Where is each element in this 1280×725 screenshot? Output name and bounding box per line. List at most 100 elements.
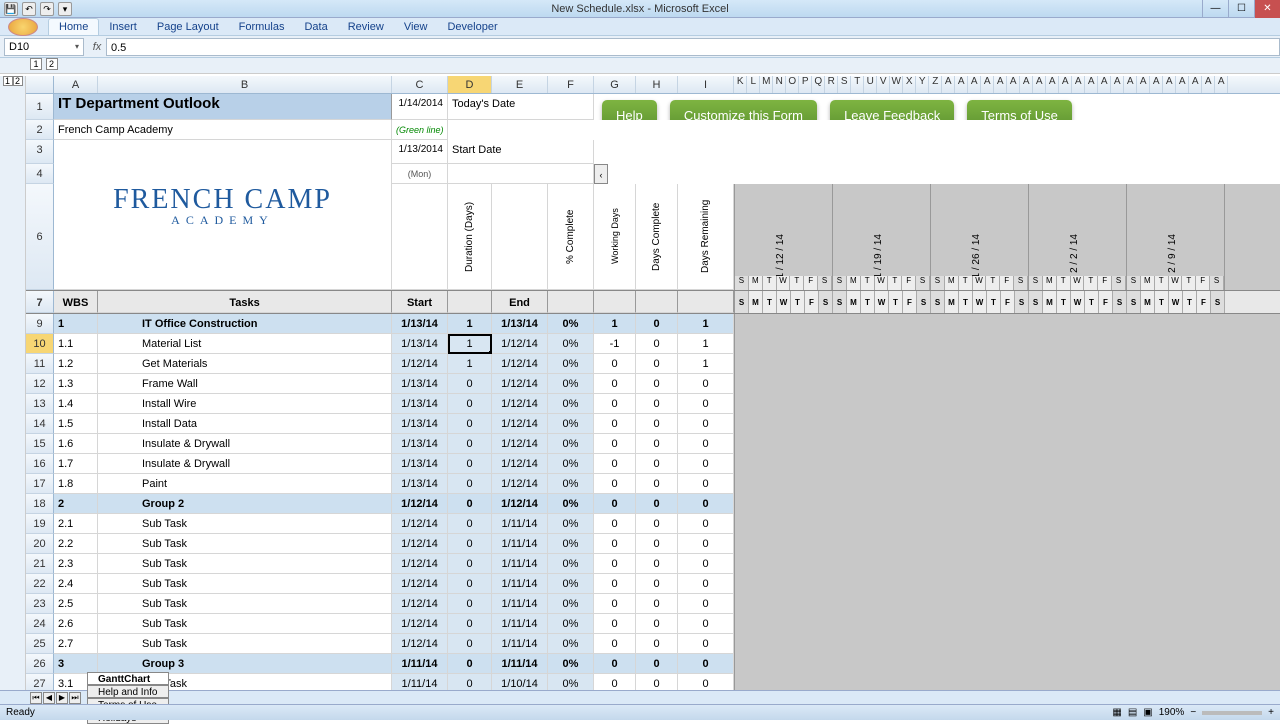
table-row[interactable]: 121.3Frame Wall1/13/1401/12/140%000 (26, 374, 1280, 394)
tab-nav-prev[interactable]: ◀ (43, 692, 55, 704)
cell-start-label[interactable]: Start Date (448, 140, 594, 164)
outline-col-1[interactable]: 1 (30, 58, 42, 70)
col-header-H[interactable]: H (636, 76, 678, 93)
help-button[interactable]: Help (602, 100, 657, 120)
cell-start-date[interactable]: 1/13/2014 (392, 140, 448, 164)
zoom-slider[interactable] (1202, 711, 1262, 715)
col-header-D[interactable]: D (448, 76, 492, 93)
col-header-I[interactable]: I (678, 76, 734, 93)
customize-button[interactable]: Customize this Form (670, 100, 817, 120)
row-header-7[interactable]: 7 (26, 291, 54, 313)
table-row[interactable]: 212.3Sub Task1/12/1401/11/140%000 (26, 554, 1280, 574)
col-header-B[interactable]: B (98, 76, 392, 93)
scroll-left-button[interactable]: ‹ (594, 164, 608, 184)
ribbon-tab-review[interactable]: Review (338, 19, 394, 35)
table-row[interactable]: 141.5Install Data1/13/1401/12/140%000 (26, 414, 1280, 434)
ribbon-tab-formulas[interactable]: Formulas (229, 19, 295, 35)
table-row[interactable]: 111.2Get Materials1/12/1411/12/140%001 (26, 354, 1280, 374)
ribbon-tab-developer[interactable]: Developer (437, 19, 507, 35)
view-break-icon[interactable]: ▣ (1143, 707, 1152, 718)
minimize-button[interactable]: — (1202, 0, 1228, 18)
row-header-11[interactable]: 11 (26, 354, 54, 374)
row-header-1[interactable]: 1 (26, 94, 54, 120)
row-header-26[interactable]: 26 (26, 654, 54, 674)
sheet-tab-help-and-info[interactable]: Help and Info (87, 685, 169, 698)
office-button[interactable] (8, 18, 38, 36)
row-header-4[interactable]: 4 (26, 164, 54, 184)
row-header-12[interactable]: 12 (26, 374, 54, 394)
sheet-tab-ganttchart[interactable]: GanttChart (87, 672, 169, 685)
row-header-21[interactable]: 21 (26, 554, 54, 574)
tab-nav-last[interactable]: ⏭ (69, 692, 81, 704)
ribbon-tab-insert[interactable]: Insert (99, 19, 147, 35)
table-row[interactable]: 232.5Sub Task1/12/1401/11/140%000 (26, 594, 1280, 614)
redo-icon[interactable]: ↷ (40, 2, 54, 16)
row-header-24[interactable]: 24 (26, 614, 54, 634)
row-header-14[interactable]: 14 (26, 414, 54, 434)
zoom-in-icon[interactable]: + (1268, 707, 1274, 718)
row-header-17[interactable]: 17 (26, 474, 54, 494)
col-header-C[interactable]: C (392, 76, 448, 93)
table-row[interactable]: 182Group 21/12/1401/12/140%000 (26, 494, 1280, 514)
row-header-16[interactable]: 16 (26, 454, 54, 474)
qat-more-icon[interactable]: ▾ (58, 2, 72, 16)
col-header-G[interactable]: G (594, 76, 636, 93)
cell-title[interactable]: IT Department Outlook (54, 94, 392, 120)
table-row[interactable]: 242.6Sub Task1/12/1401/11/140%000 (26, 614, 1280, 634)
cell-start-day[interactable]: (Mon) (392, 164, 448, 184)
zoom-out-icon[interactable]: − (1190, 707, 1196, 718)
row-header-27[interactable]: 27 (26, 674, 54, 690)
table-row[interactable]: 101.1Material List1/13/1411/12/140%-101 (26, 334, 1280, 354)
table-row[interactable]: 202.2Sub Task1/12/1401/11/140%000 (26, 534, 1280, 554)
formula-input[interactable]: 0.5 (106, 38, 1280, 56)
col-header-F[interactable]: F (548, 76, 594, 93)
terms-button[interactable]: Terms of Use (967, 100, 1072, 120)
cell-subtitle[interactable]: French Camp Academy (54, 120, 392, 140)
ribbon-tab-home[interactable]: Home (48, 18, 99, 35)
fx-icon[interactable]: fx (88, 41, 106, 53)
active-cell[interactable]: 1 (448, 334, 492, 354)
table-row[interactable]: 91IT Office Construction1/13/1411/13/140… (26, 314, 1280, 334)
table-row[interactable]: 252.7Sub Task1/12/1401/11/140%000 (26, 634, 1280, 654)
view-normal-icon[interactable]: ▦ (1112, 707, 1121, 718)
row-header-23[interactable]: 23 (26, 594, 54, 614)
row-header-20[interactable]: 20 (26, 534, 54, 554)
row-header-10[interactable]: 10 (26, 334, 54, 354)
row-header-19[interactable]: 19 (26, 514, 54, 534)
compressed-column-headers[interactable]: KLMNOPQRSTUVWXYZAAAAAAAAAAAAAAAAAAAAAA (734, 76, 1280, 93)
tab-nav-first[interactable]: ⏮ (30, 692, 42, 704)
table-row[interactable]: 222.4Sub Task1/12/1401/11/140%000 (26, 574, 1280, 594)
row-header-3[interactable]: 3 (26, 140, 54, 164)
row-header-6[interactable]: 6 (26, 184, 54, 290)
table-row[interactable]: 192.1Sub Task1/12/1401/11/140%000 (26, 514, 1280, 534)
cell-green-line[interactable]: (Green line) (392, 120, 448, 140)
col-header-E[interactable]: E (492, 76, 548, 93)
table-row[interactable]: 151.6Insulate & Drywall1/13/1401/12/140%… (26, 434, 1280, 454)
row-header-25[interactable]: 25 (26, 634, 54, 654)
ribbon-tab-page-layout[interactable]: Page Layout (147, 19, 229, 35)
ribbon-tab-view[interactable]: View (394, 19, 438, 35)
col-header-A[interactable]: A (54, 76, 98, 93)
row-header-15[interactable]: 15 (26, 434, 54, 454)
table-row[interactable]: 273.1Sub Task1/11/1401/10/140%000 (26, 674, 1280, 690)
row-header-9[interactable]: 9 (26, 314, 54, 334)
feedback-button[interactable]: Leave Feedback (830, 100, 954, 120)
save-icon[interactable]: 💾 (4, 2, 18, 16)
tab-nav-next[interactable]: ▶ (56, 692, 68, 704)
ribbon-tab-data[interactable]: Data (294, 19, 337, 35)
view-layout-icon[interactable]: ▤ (1128, 707, 1137, 718)
zoom-level[interactable]: 190% (1159, 707, 1185, 718)
table-row[interactable]: 171.8Paint1/13/1401/12/140%000 (26, 474, 1280, 494)
outline-row-2[interactable]: 2 (13, 76, 23, 86)
spreadsheet-grid[interactable]: A B C D E F G H I KLMNOPQRSTUVWXYZAAAAAA… (26, 76, 1280, 690)
table-row[interactable]: 131.4Install Wire1/13/1401/12/140%000 (26, 394, 1280, 414)
row-header-2[interactable]: 2 (26, 120, 54, 140)
close-button[interactable]: ✕ (1254, 0, 1280, 18)
table-row[interactable]: 263Group 31/11/1401/11/140%000 (26, 654, 1280, 674)
outline-row-1[interactable]: 1 (3, 76, 13, 86)
row-header-22[interactable]: 22 (26, 574, 54, 594)
maximize-button[interactable]: ☐ (1228, 0, 1254, 18)
cell-todays-label[interactable]: Today's Date (448, 94, 594, 120)
outline-col-2[interactable]: 2 (46, 58, 58, 70)
name-box[interactable]: D10 (4, 38, 84, 56)
